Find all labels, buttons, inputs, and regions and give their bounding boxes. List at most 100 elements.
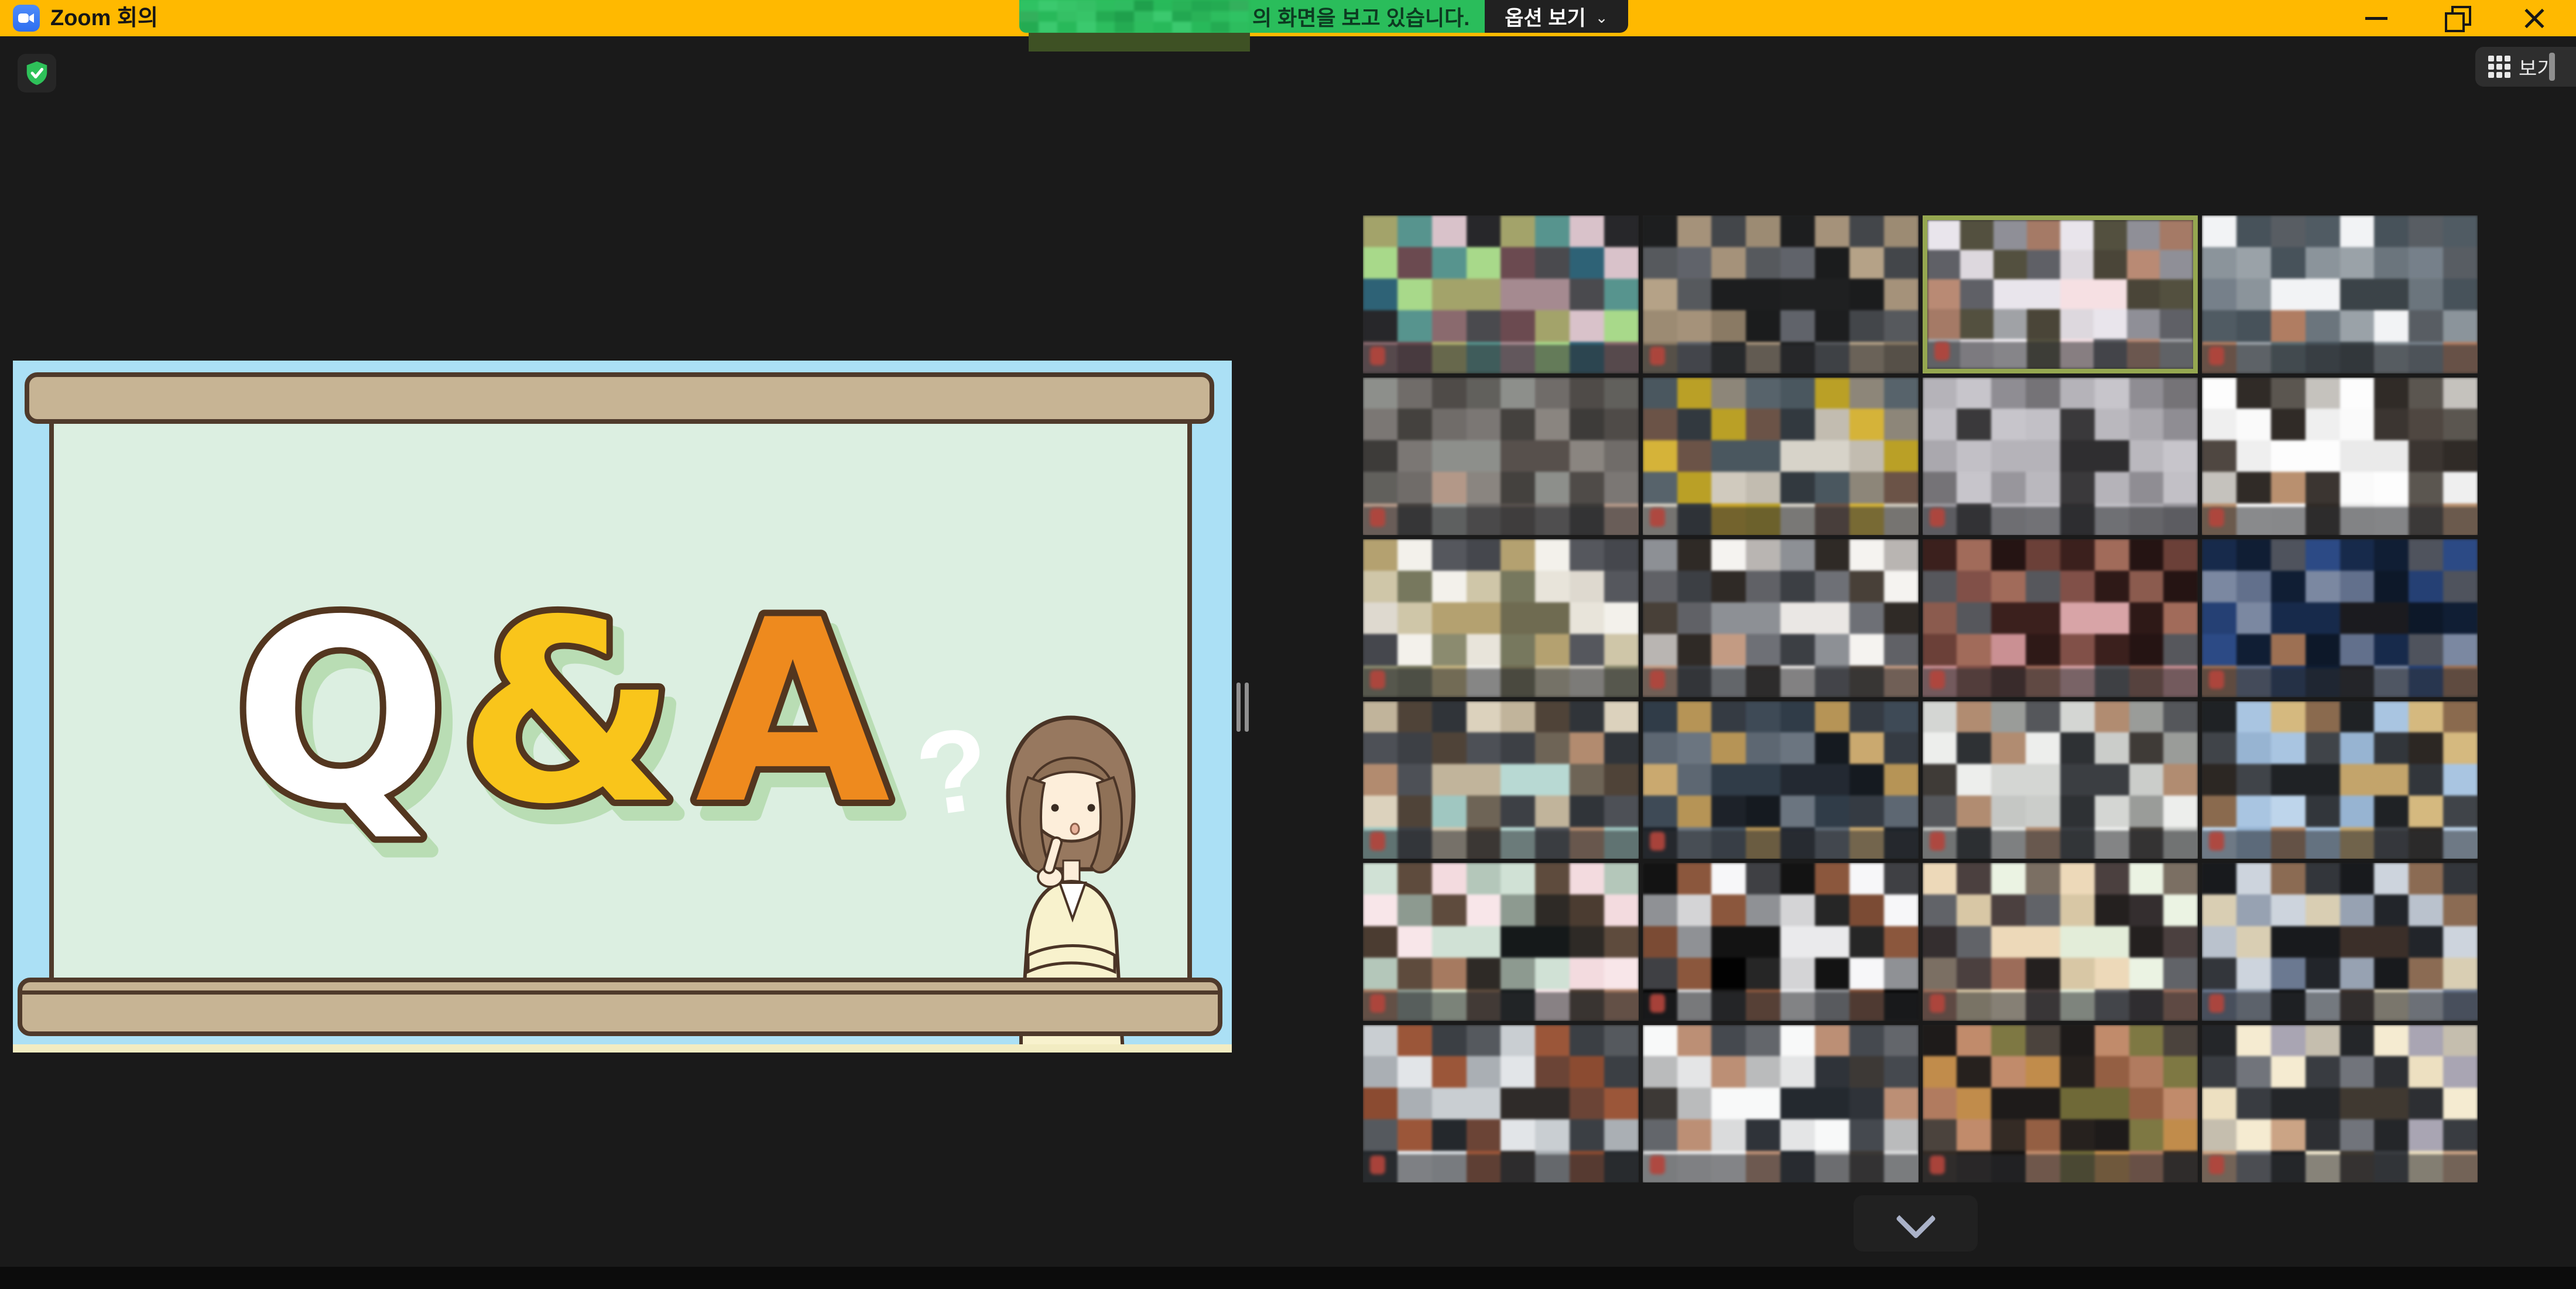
qa-letter-q: Q	[234, 567, 448, 859]
participant-name-bar	[2202, 345, 2478, 373]
participant-tile[interactable]	[1643, 1025, 1919, 1183]
participant-name-bar	[1923, 507, 2198, 536]
participant-tile[interactable]	[2202, 215, 2478, 373]
window-bottom-edge	[0, 1267, 2576, 1289]
redaction-artifact	[1029, 33, 1250, 52]
participant-tile[interactable]	[1643, 539, 1919, 697]
participant-name-bar	[1643, 1154, 1919, 1183]
shield-check-icon	[23, 60, 50, 87]
muted-mic-icon	[1650, 832, 1665, 851]
qa-letter-amp: &	[458, 567, 678, 859]
participant-tile[interactable]	[1923, 378, 2198, 536]
participant-tile[interactable]	[1363, 378, 1639, 536]
slide-bottom-strip	[13, 1044, 1232, 1053]
participant-tile[interactable]	[1923, 539, 2198, 697]
participant-name-bar	[2202, 1154, 2478, 1183]
participant-tile[interactable]	[1923, 701, 2198, 859]
participants-gallery	[1363, 215, 2478, 1182]
participant-name-bar	[1363, 831, 1639, 859]
participant-tile-active-speaker[interactable]	[1923, 215, 2198, 373]
participant-name-bar	[2202, 669, 2478, 697]
participant-name-bar	[1923, 831, 2198, 859]
redacted-presenter-name	[1019, 0, 1249, 33]
muted-mic-icon	[2209, 508, 2224, 527]
security-button[interactable]	[18, 54, 56, 92]
shared-screen-slide: Q&A Q & A ?	[13, 361, 1232, 1053]
participant-name-bar	[1643, 992, 1919, 1021]
participant-tile[interactable]	[2202, 539, 2478, 697]
participant-tile[interactable]	[1643, 215, 1919, 373]
muted-mic-icon	[1930, 508, 1945, 527]
muted-mic-icon	[1930, 832, 1945, 851]
participant-name-bar	[1923, 1154, 2198, 1183]
participant-name-bar	[1363, 345, 1639, 373]
muted-mic-icon	[1370, 670, 1385, 689]
view-button[interactable]: 보기	[2475, 47, 2576, 87]
window-title: Zoom 회의	[50, 0, 158, 36]
view-button-edge-bar	[2549, 53, 2555, 81]
participant-tile[interactable]	[1363, 539, 1639, 697]
participant-name-bar	[1643, 669, 1919, 697]
participant-tile[interactable]	[1923, 863, 2198, 1021]
chalkboard-bottom-rail	[18, 978, 1222, 1036]
screen-share-banner: 의 화면을 보고 있습니다. 옵션 보기 ⌄	[1019, 0, 1628, 33]
minimize-icon	[2365, 17, 2387, 20]
muted-mic-icon	[1650, 670, 1665, 689]
muted-mic-icon	[1930, 994, 1945, 1013]
participant-tile[interactable]	[2202, 701, 2478, 859]
participant-name-bar	[1363, 669, 1639, 697]
chevron-down-icon: ⌄	[1595, 9, 1608, 27]
participant-tile[interactable]	[2202, 1025, 2478, 1183]
zoom-app-icon	[13, 5, 40, 32]
participant-tile[interactable]	[1363, 701, 1639, 859]
participant-tile[interactable]	[2202, 863, 2478, 1021]
minimize-button[interactable]	[2349, 0, 2403, 36]
participant-name-bar	[1363, 992, 1639, 1021]
muted-mic-icon	[2209, 994, 2224, 1013]
muted-mic-icon	[1370, 994, 1385, 1013]
participant-tile[interactable]	[1363, 863, 1639, 1021]
participant-tile[interactable]	[2202, 378, 2478, 536]
close-button[interactable]	[2507, 0, 2561, 36]
participant-tile[interactable]	[1643, 701, 1919, 859]
participant-name-bar	[1363, 507, 1639, 536]
participant-name-bar	[1643, 507, 1919, 536]
muted-mic-icon	[1934, 342, 1950, 361]
view-options-label: 옵션 보기	[1505, 2, 1586, 32]
qa-letter-a: A	[696, 567, 892, 859]
participant-name-bar	[1363, 1154, 1639, 1183]
participant-tile[interactable]	[1923, 1025, 2198, 1183]
restore-button[interactable]	[2427, 0, 2481, 36]
muted-mic-icon	[1370, 1156, 1385, 1174]
participant-tile[interactable]	[1643, 378, 1919, 536]
chevron-down-icon	[1895, 1198, 1936, 1239]
muted-mic-icon	[1370, 508, 1385, 527]
muted-mic-icon	[1370, 347, 1385, 365]
muted-mic-icon	[2209, 832, 2224, 851]
participant-name-bar	[2202, 992, 2478, 1021]
muted-mic-icon	[1930, 1156, 1945, 1174]
participant-tile[interactable]	[1363, 215, 1639, 373]
screen-share-message: 의 화면을 보고 있습니다.	[1019, 0, 1485, 33]
muted-mic-icon	[1650, 994, 1665, 1013]
view-options-button[interactable]: 옵션 보기 ⌄	[1485, 0, 1628, 33]
participant-tile[interactable]	[1643, 863, 1919, 1021]
muted-mic-icon	[2209, 347, 2224, 365]
participant-tile[interactable]	[1363, 1025, 1639, 1183]
panel-resize-handle[interactable]	[1236, 683, 1252, 732]
participant-name-bar	[1923, 992, 2198, 1021]
qa-title-art: Q&A Q & A	[229, 542, 932, 882]
grid-view-icon	[2488, 56, 2510, 78]
more-participants-button[interactable]	[1854, 1195, 1978, 1252]
chalkboard-top-rail	[25, 372, 1214, 424]
participant-name-bar	[1923, 669, 2198, 697]
muted-mic-icon	[1650, 347, 1665, 365]
muted-mic-icon	[1650, 1156, 1665, 1174]
muted-mic-icon	[2209, 1156, 2224, 1174]
share-message-text: 의 화면을 보고 있습니다.	[1249, 1, 1485, 32]
muted-mic-icon	[2209, 670, 2224, 689]
muted-mic-icon	[1370, 832, 1385, 851]
restore-icon	[2446, 12, 2462, 28]
participant-name-bar	[1643, 831, 1919, 859]
participant-name-bar	[1927, 342, 2194, 369]
